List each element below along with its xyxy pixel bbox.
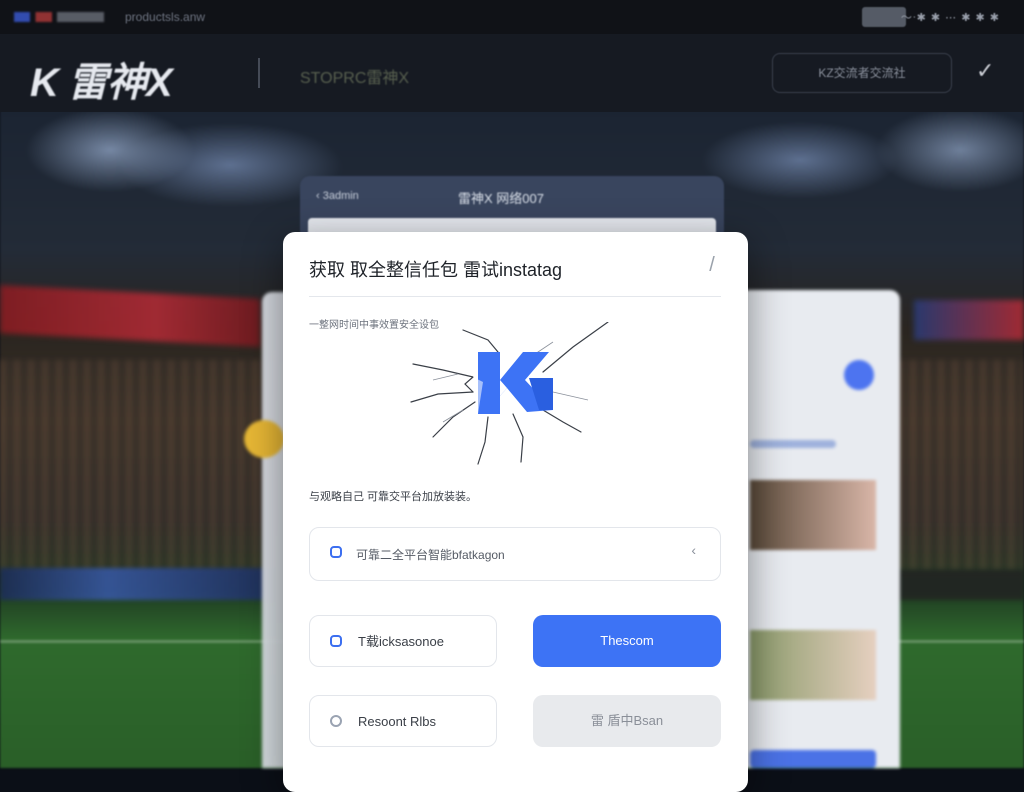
header-tagline: STOPRC雷神X	[300, 70, 410, 87]
back-card-left-label: ‹ 3admin	[316, 190, 359, 202]
chevron-left-icon[interactable]: ‹	[691, 542, 696, 558]
disabled-button: 雷 盾中Bsan	[533, 695, 721, 747]
top-bar: productsls.anw 〜ᐧ✱ ✱ ⋯ ✱ ✱ ✱	[0, 0, 1024, 34]
secondary-button-label: Resoont Rlbs	[358, 714, 437, 729]
dialog-title: 获取 取全整信任包 雷试instatag	[309, 260, 563, 280]
avatar	[844, 360, 874, 390]
checkbox-icon[interactable]	[330, 546, 342, 558]
header-button[interactable]: KZ交流者交流社	[772, 53, 952, 93]
background-banner	[914, 300, 1024, 340]
background-card-right	[740, 290, 900, 768]
site-logo[interactable]: K 雷神X	[30, 50, 173, 108]
background-board	[884, 570, 1024, 600]
topbar-icons[interactable]: 〜ᐧ✱ ✱ ⋯ ✱ ✱ ✱	[901, 9, 1000, 25]
download-button[interactable]: T载icksasonoe	[309, 615, 497, 667]
background-card-button	[750, 750, 876, 768]
topbar-pill[interactable]	[862, 7, 906, 27]
primary-button[interactable]: Thescom	[533, 615, 721, 667]
refresh-icon	[330, 715, 342, 727]
header-divider	[258, 58, 260, 88]
option-label: 可靠二全平台智能bfatkagon	[356, 548, 505, 562]
cracked-logo-icon	[403, 321, 613, 472]
close-icon[interactable]: /	[701, 254, 723, 276]
thumbnail-image	[750, 480, 876, 550]
coin-icon	[244, 420, 284, 458]
platform-option-row[interactable]: 可靠二全平台智能bfatkagon ‹	[309, 527, 721, 581]
tab-indicators	[14, 12, 104, 22]
back-card-title: 雷神X 网络007	[458, 191, 544, 206]
thumbnail-image	[750, 630, 876, 700]
progress-bar	[750, 440, 836, 448]
dialog-divider	[309, 296, 721, 297]
url-text[interactable]: productsls.anw	[125, 10, 205, 24]
install-dialog: 获取 取全整信任包 雷试instatag / 一整网时间中事效置安全设包 与观略…	[283, 232, 748, 792]
site-header: K 雷神X STOPRC雷神X KZ交流者交流社 ✓	[0, 34, 1024, 112]
download-button-label: T载icksasonoe	[358, 634, 444, 649]
dialog-description: 与观略自己 可靠交平台加放装装。	[309, 491, 478, 503]
folder-icon	[330, 635, 342, 647]
chevron-down-icon[interactable]: ✓	[976, 58, 994, 84]
background-card-header: ‹ 3admin 雷神X 网络007	[300, 176, 724, 240]
background-board	[0, 568, 270, 600]
secondary-button[interactable]: Resoont Rlbs	[309, 695, 497, 747]
